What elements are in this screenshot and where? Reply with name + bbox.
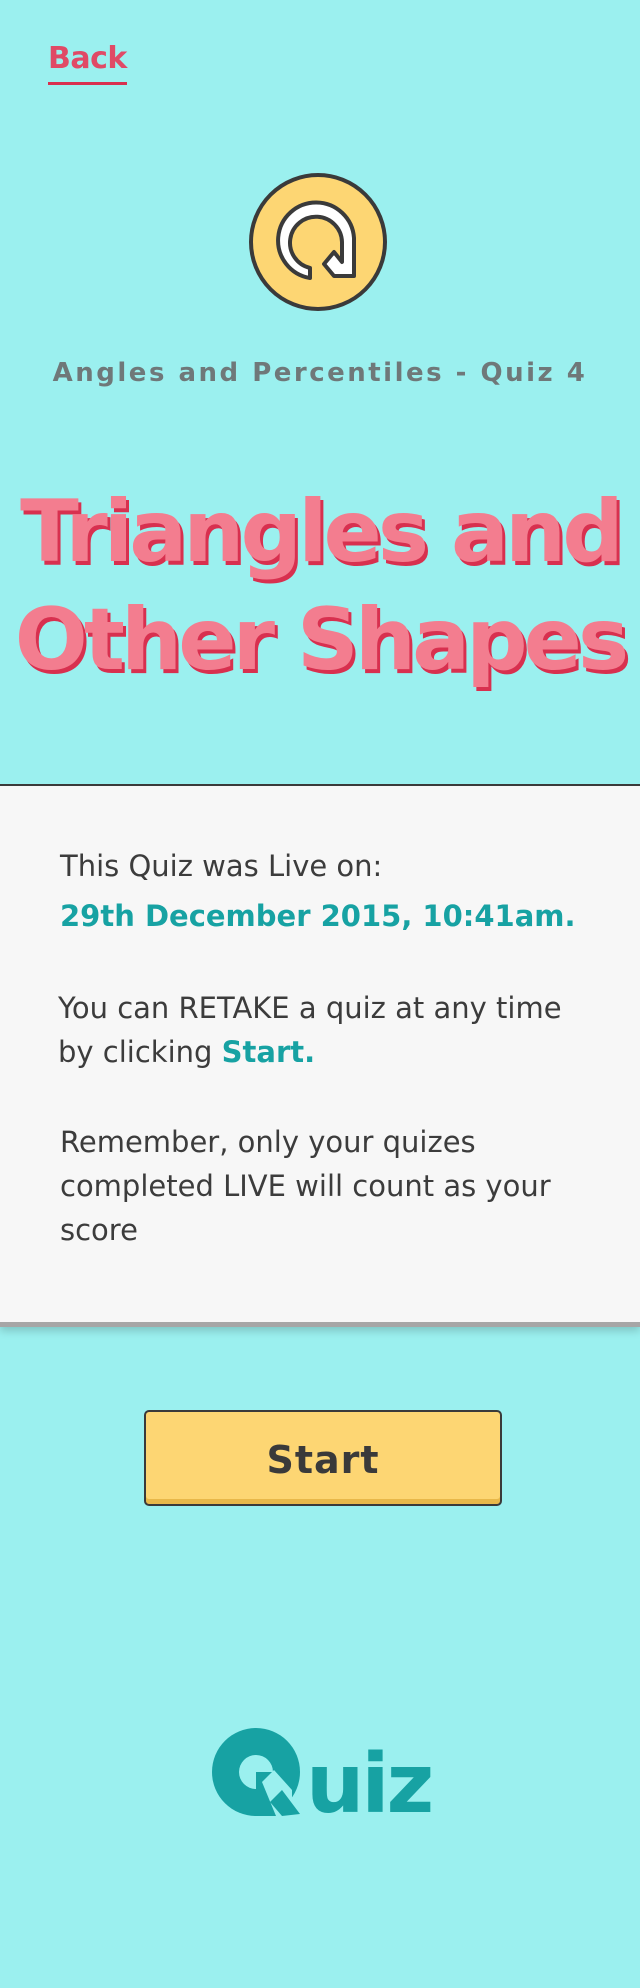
remember-text-line-2: completed LIVE will count as your — [60, 1169, 551, 1203]
quiz-brand-logo: uiz — [212, 1728, 432, 1824]
start-button[interactable]: Start — [144, 1410, 502, 1506]
remember-text-line-1: Remember, only your quizes — [60, 1125, 476, 1159]
retake-text-prefix: by clicking — [58, 1035, 222, 1069]
quiz-title-line-2: Other Shapes — [14, 590, 629, 690]
quiz-title-line-1: Triangles and — [20, 482, 624, 582]
remember-text-line-3: score — [60, 1213, 138, 1247]
back-link[interactable]: Back — [48, 40, 127, 85]
remember-text: Remember, only your quizes completed LIV… — [60, 1120, 590, 1252]
quiz-title: Triangles and Other Shapes — [0, 478, 640, 694]
live-date: 29th December 2015, 10:41am. — [60, 899, 576, 933]
quiz-info-panel: This Quiz was Live on: 29th December 201… — [0, 784, 640, 1322]
brand-text: uiz — [306, 1737, 431, 1824]
retake-start-reference: Start. — [221, 1035, 316, 1069]
quiz-q-icon — [249, 173, 387, 311]
brand-q-icon — [212, 1728, 300, 1816]
retake-text: You can RETAKE a quiz at any time by cli… — [58, 986, 598, 1074]
quiz-subtitle: Angles and Percentiles - Quiz 4 — [52, 358, 588, 388]
live-label: This Quiz was Live on: — [60, 849, 383, 883]
retake-text-line-1: You can RETAKE a quiz at any time — [58, 991, 562, 1025]
retake-text-line-2: by clicking Start. — [58, 1030, 598, 1074]
